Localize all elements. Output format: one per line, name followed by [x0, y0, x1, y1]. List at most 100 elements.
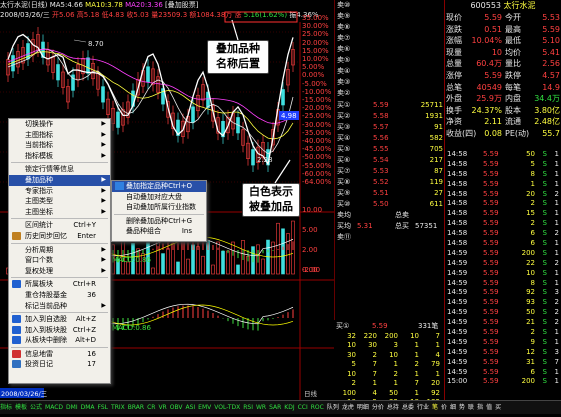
status-tab[interactable]: DMA	[81, 404, 95, 411]
order-book-row[interactable]: 卖③	[335, 77, 445, 88]
level-label: 卖⑨	[337, 11, 350, 22]
quote-row: 现价5.59今开5.53	[445, 12, 561, 24]
queue-cell: 7	[436, 332, 440, 342]
status-tab[interactable]: VR	[158, 404, 166, 411]
tick-price: 5.59	[483, 209, 499, 219]
order-book-row[interactable]: 买①5.5925711	[335, 100, 445, 111]
level-label: 买③	[337, 122, 350, 133]
status-tab[interactable]: 联	[468, 404, 474, 411]
order-book-row[interactable]: 买⑨5.5127	[335, 188, 445, 199]
status-tab[interactable]: FSL	[98, 404, 109, 411]
quote-label: 最高	[505, 24, 521, 36]
tick-list[interactable]: 14:585.5950S114:585.595S114:585.598S114:…	[444, 150, 561, 400]
order-book-row[interactable]: 买⑧5.52119	[335, 177, 445, 188]
tick-count: 1	[555, 170, 559, 180]
order-book-row[interactable]: 买⑤5.55705	[335, 144, 445, 155]
status-tab[interactable]: 总持	[387, 404, 399, 411]
tick-price: 5.59	[483, 160, 499, 170]
tick-side: S	[543, 259, 547, 269]
queue-cell: 30	[347, 351, 356, 361]
order-book-row[interactable]: 卖⑩	[335, 0, 445, 11]
queue-row: 571279	[334, 360, 444, 370]
status-tab[interactable]: KDJ	[284, 404, 294, 411]
status-tab[interactable]: 指标	[0, 404, 12, 411]
tick-row: 14:595.5910S1	[445, 269, 561, 279]
status-tab[interactable]: ASI	[185, 404, 195, 411]
status-tab[interactable]: TRIX	[111, 404, 125, 411]
status-tab[interactable]: BRAR	[128, 404, 144, 411]
order-book-row[interactable]: 买⑥5.54217	[335, 155, 445, 166]
tick-count: 1	[555, 377, 559, 387]
level-price: 5.53	[373, 166, 389, 177]
status-tab[interactable]: WR	[256, 404, 266, 411]
level-label: 买⑤	[337, 144, 350, 155]
tick-price: 5.59	[483, 298, 499, 308]
status-tab[interactable]: OBV	[170, 404, 183, 411]
order-book-row[interactable]: 买④5.56582	[335, 133, 445, 144]
status-tab[interactable]: 分价	[372, 404, 384, 411]
status-tab[interactable]: 势	[459, 404, 465, 411]
level-price: 5.55	[373, 144, 389, 155]
queue-cell: 10	[389, 351, 398, 361]
status-tab[interactable]: 行业	[417, 404, 429, 411]
queue-cell: 1	[436, 370, 440, 380]
tick-row: 14:585.5950S1	[445, 150, 561, 160]
summary-text: 57351	[415, 221, 437, 232]
status-tab[interactable]: 指	[477, 404, 483, 411]
status-tab[interactable]: 值	[486, 404, 492, 411]
status-tab[interactable]: 笔	[432, 404, 438, 411]
status-tab[interactable]: DMI	[66, 404, 78, 411]
tick-volume: 10	[526, 269, 535, 279]
tick-time: 14:58	[447, 190, 467, 200]
tick-count: 1	[555, 338, 559, 348]
order-book-row[interactable]: 买③5.5791	[335, 122, 445, 133]
status-tab[interactable]: EMV	[198, 404, 211, 411]
quote-label: 总笔	[446, 82, 462, 94]
level-volume: 611	[430, 199, 443, 210]
tick-price: 5.59	[483, 377, 499, 387]
status-tab[interactable]: MACD	[45, 404, 63, 411]
order-book-row[interactable]: 卖⑨	[335, 11, 445, 22]
tick-row: 14:595.5921S2	[445, 318, 561, 328]
status-tab[interactable]: 公式	[30, 404, 42, 411]
status-tab[interactable]: 买	[495, 404, 501, 411]
status-tab[interactable]: ROC	[311, 404, 324, 411]
tick-side: S	[543, 249, 547, 259]
tick-time: 14:58	[447, 199, 467, 209]
quote-row: 换手24.37%股本3.80亿	[445, 105, 561, 117]
order-book-row[interactable]: 卖②	[335, 88, 445, 99]
order-book-row[interactable]: 卖⑤	[335, 55, 445, 66]
status-tab[interactable]: 龙虎	[342, 404, 354, 411]
status-tab[interactable]: 细	[450, 404, 456, 411]
status-tab[interactable]: 队列	[327, 404, 339, 411]
status-tab[interactable]: 明细	[357, 404, 369, 411]
tick-price: 5.59	[483, 150, 499, 160]
order-book-row[interactable]: 卖④	[335, 66, 445, 77]
tick-count: 1	[555, 219, 559, 229]
queue-row: 107211	[334, 370, 444, 380]
status-tab[interactable]: CCI	[298, 404, 308, 411]
quote-label: PE(动)	[505, 128, 529, 140]
order-book-row[interactable]: 买⑦5.5387	[335, 166, 445, 177]
quote-value: 0.51	[484, 24, 502, 36]
tick-side: S	[543, 308, 547, 318]
tick-row: 14:595.5931S7	[445, 358, 561, 368]
order-book-row[interactable]: 买⑩5.50611	[335, 199, 445, 210]
status-tab[interactable]: 总委	[402, 404, 414, 411]
level-label: 买⑥	[337, 155, 350, 166]
status-tab[interactable]: RSI	[243, 404, 253, 411]
order-book-row[interactable]: 卖⑥	[335, 44, 445, 55]
level-price: 5.51	[373, 188, 389, 199]
order-book-row[interactable]: 卖⑦	[335, 33, 445, 44]
status-tab[interactable]: 模板	[15, 404, 27, 411]
quote-label: 收益(四)	[446, 128, 476, 140]
tick-price: 5.59	[483, 219, 499, 229]
status-tab[interactable]: SAR	[269, 404, 281, 411]
status-tab[interactable]: VOL-TDX	[214, 404, 240, 411]
order-book-row[interactable]: 卖⑧	[335, 22, 445, 33]
order-book-row[interactable]: 买②5.581931	[335, 111, 445, 122]
status-tab[interactable]: 价	[441, 404, 447, 411]
quote-label: 总量	[446, 58, 462, 70]
order-book-summary: 卖均总卖	[335, 210, 445, 221]
status-tab[interactable]: CR	[147, 404, 155, 411]
